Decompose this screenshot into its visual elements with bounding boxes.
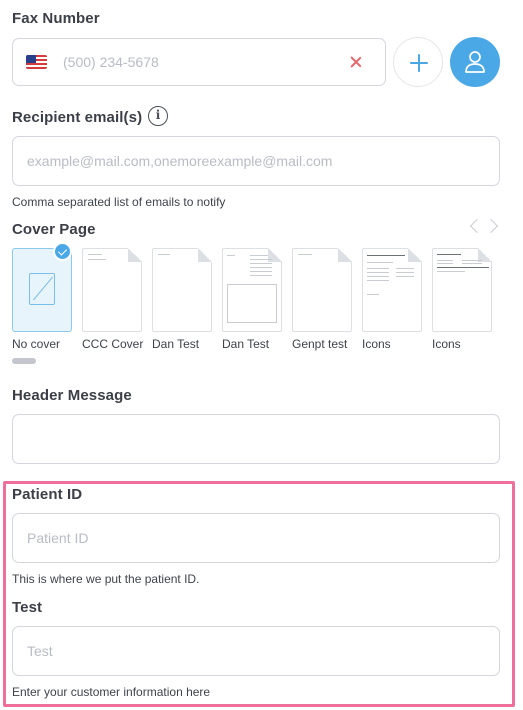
cover-option-icons-1[interactable] bbox=[362, 248, 422, 332]
fax-number-input[interactable] bbox=[13, 39, 385, 85]
cover-option-label: Genpt test bbox=[292, 337, 348, 351]
cover-page-label: Cover Page bbox=[12, 221, 96, 238]
horizontal-scrollbar[interactable] bbox=[12, 358, 36, 364]
test-field[interactable] bbox=[12, 626, 500, 676]
cover-option-dan-test-1[interactable] bbox=[152, 248, 212, 332]
info-icon[interactable]: i bbox=[148, 106, 168, 126]
recipient-email-label: Recipient email(s) bbox=[12, 109, 143, 126]
patient-id-input[interactable] bbox=[13, 514, 499, 562]
cover-option-label: Icons bbox=[432, 337, 461, 351]
cover-option-genpt-test[interactable] bbox=[292, 248, 352, 332]
checkmark-icon bbox=[53, 242, 72, 261]
test-helper: Enter your customer information here bbox=[12, 685, 211, 699]
recipient-email-helper: Comma separated list of emails to notify bbox=[12, 195, 226, 209]
chevron-left-icon[interactable] bbox=[469, 218, 485, 234]
cover-option-none[interactable] bbox=[12, 242, 72, 332]
header-message-field[interactable] bbox=[12, 414, 500, 464]
cover-option-label: Dan Test bbox=[152, 337, 200, 351]
chevron-right-icon[interactable] bbox=[483, 218, 499, 234]
recipient-email-field[interactable] bbox=[12, 136, 500, 186]
header-message-input[interactable] bbox=[13, 415, 499, 463]
contacts-button[interactable] bbox=[450, 37, 500, 87]
cover-option-ccc[interactable] bbox=[82, 248, 142, 332]
cover-option-label: Dan Test bbox=[222, 337, 270, 351]
header-message-label: Header Message bbox=[12, 387, 132, 404]
fax-number-field[interactable] bbox=[12, 38, 386, 86]
cover-option-label: No cover bbox=[12, 337, 61, 351]
cover-option-label: Icons bbox=[362, 337, 391, 351]
recipient-email-input[interactable] bbox=[13, 137, 499, 185]
test-input[interactable] bbox=[13, 627, 499, 675]
patient-id-field[interactable] bbox=[12, 513, 500, 563]
fax-number-label: Fax Number bbox=[12, 10, 100, 27]
close-icon[interactable] bbox=[347, 53, 365, 71]
test-label: Test bbox=[12, 599, 43, 616]
us-flag-icon[interactable] bbox=[26, 55, 47, 69]
cover-option-label: CCC Cover bbox=[82, 337, 144, 351]
patient-id-helper: This is where we put the patient ID. bbox=[12, 572, 200, 586]
patient-id-label: Patient ID bbox=[12, 486, 83, 503]
cover-option-dan-test-2[interactable] bbox=[222, 248, 282, 332]
add-recipient-button[interactable] bbox=[393, 37, 443, 87]
cover-option-icons-2[interactable] bbox=[432, 248, 492, 332]
user-icon bbox=[465, 51, 485, 73]
